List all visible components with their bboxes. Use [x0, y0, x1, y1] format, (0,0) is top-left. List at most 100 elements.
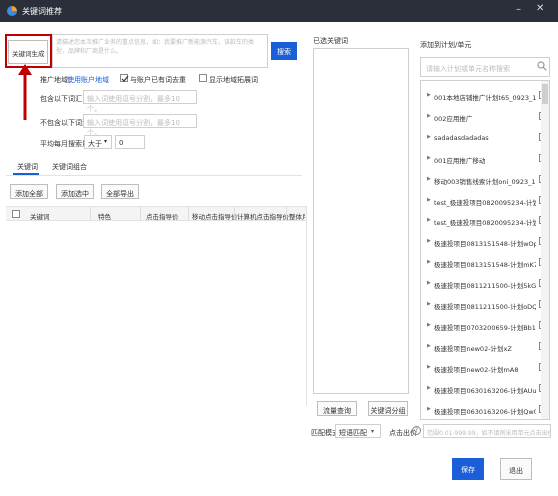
- show-region-checkbox[interactable]: [199, 74, 207, 82]
- column-header[interactable]: 计算机点击指导价: [237, 211, 289, 221]
- expand-triangle-icon[interactable]: ▶: [427, 322, 431, 328]
- plan-list-item[interactable]: ▶ 极速投项目0703200659-计划Bb1: [421, 315, 551, 336]
- comparator-select[interactable]: 大于: [84, 135, 112, 149]
- column-header[interactable]: 特色: [98, 211, 111, 221]
- plan-item-label: 极速投项目0811211500-计划oDQ: [434, 303, 536, 311]
- annotation-arrow-icon: [18, 64, 32, 120]
- column-divider: [286, 207, 287, 221]
- expand-triangle-icon[interactable]: ▶: [427, 280, 431, 286]
- plan-list-item[interactable]: ▶ 002应用推广: [421, 106, 551, 127]
- plan-item-label: test_极速投项目0820095234-计划9Fr: [434, 198, 536, 207]
- plan-list-item[interactable]: ▶ 001应用推广移动: [421, 148, 551, 169]
- include-words-label: 包含以下词汇：: [40, 95, 89, 103]
- exclude-words-input[interactable]: 输入词使用逗号分割，最多10个。: [83, 114, 197, 137]
- plan-item-label: 极速投项目0630163206-计划AUu: [434, 386, 536, 395]
- plan-list-item[interactable]: ▶test_极速投项目0820095234-计划1SE: [421, 210, 551, 231]
- plan-list-item[interactable]: ▶移动003销售线索计划oni_0923_16:37: [421, 169, 551, 190]
- panel-divider: [306, 206, 307, 406]
- annotation-highlight-box: [5, 34, 52, 68]
- region-link[interactable]: 使用账户地域: [67, 75, 109, 85]
- plan-list-item[interactable]: ▶ sadadasdadadas: [421, 127, 551, 148]
- column-divider: [234, 207, 235, 221]
- plan-item-label: 极速投项目new02-计划xZ: [434, 344, 512, 353]
- expand-triangle-icon[interactable]: ▶: [427, 343, 431, 349]
- avg-search-input[interactable]: 0: [115, 135, 145, 149]
- exit-button[interactable]: 退出: [500, 458, 532, 480]
- plan-list-item[interactable]: ▶ 极速投项目0813151548-计划mK7: [421, 252, 551, 273]
- column-divider: [140, 207, 141, 221]
- show-region-label: 显示地域拓展词: [209, 76, 258, 84]
- plan-item-label: 001本地店铺推广计划t65_0923_17:13: [434, 94, 536, 102]
- expand-triangle-icon[interactable]: ▶: [427, 385, 431, 391]
- plan-list-item[interactable]: ▶ 极速投项目0811211500-计划5kG: [421, 273, 551, 294]
- expand-triangle-icon[interactable]: ▶: [427, 238, 431, 244]
- expand-triangle-icon[interactable]: ▶: [427, 197, 431, 203]
- plan-list-item[interactable]: ▶ 极速投项目0630163206-计划AUu: [421, 378, 551, 399]
- plan-item-label: 001应用推广移动: [434, 156, 486, 165]
- plan-list-item[interactable]: ▶test_极速投项目0820095234-计划9Fr: [421, 190, 551, 211]
- expand-triangle-icon[interactable]: ▶: [427, 301, 431, 307]
- column-header[interactable]: 关键词: [30, 211, 50, 221]
- column-divider: [188, 207, 189, 221]
- plan-list-item[interactable]: ▶ 极速投项目new02-计划mA8: [421, 357, 551, 378]
- plan-item-label: test_极速投项目0820095234-计划1SE: [434, 219, 536, 228]
- title-bar: [0, 0, 558, 22]
- dedupe-checkbox[interactable]: [120, 74, 129, 82]
- selected-keywords-list[interactable]: [313, 48, 409, 394]
- save-button[interactable]: 保存: [452, 458, 484, 480]
- scrollbar-thumb[interactable]: [542, 84, 548, 104]
- select-all-checkbox[interactable]: [12, 210, 20, 218]
- plan-item-label: 极速投项目new02-计划mA8: [434, 365, 519, 374]
- dedupe-label: 与账户已有词去重: [130, 76, 186, 84]
- expand-triangle-icon[interactable]: ▶: [427, 217, 431, 223]
- plan-item-label: 移动003销售线索计划oni_0923_16:37: [434, 177, 536, 186]
- bid-input[interactable]: 范围0.01-999.99，如不填则采用单元点击出价: [423, 424, 551, 438]
- selected-keywords-label: 已选关键词: [313, 37, 348, 45]
- expand-triangle-icon[interactable]: ▶: [427, 134, 431, 140]
- include-words-input[interactable]: 输入词使用逗号分割，最多10个。: [83, 90, 197, 113]
- column-divider: [90, 207, 91, 221]
- plan-list-item[interactable]: ▶ 极速投项目0630163206-计划Qw0: [421, 399, 551, 420]
- search-button[interactable]: 搜索: [271, 42, 297, 60]
- expand-triangle-icon[interactable]: ▶: [427, 364, 431, 370]
- chevron-down-icon: ▾: [104, 138, 108, 145]
- plan-list-item[interactable]: ▶ 极速投项目new02-计划xZ: [421, 336, 551, 357]
- expand-triangle-icon[interactable]: ▶: [427, 259, 431, 265]
- column-header[interactable]: 整体月均: [289, 211, 305, 221]
- plan-tree-list: ▶001本地店铺推广计划t65_0923_17:13▶002应用推广▶sadad…: [420, 80, 550, 420]
- keyword-description-textarea[interactable]: 请描述您本次推广业务的重点信息，如：我要推广新能源汽车，该款车的类型、品牌和厂商…: [52, 34, 268, 68]
- keyword-table-header: 关键词 特色 点击指导价 移动点击指导价 计算机点击指导价 整体月均: [6, 206, 306, 221]
- plan-item-label: 极速投项目0811211500-计划5kG: [434, 282, 536, 291]
- add-all-button[interactable]: 添加全部: [10, 184, 48, 199]
- tab-divider: [6, 175, 302, 176]
- expand-triangle-icon[interactable]: ▶: [427, 155, 431, 161]
- plan-item-label: 002应用推广: [434, 114, 473, 123]
- tab-keywords[interactable]: 关键词: [17, 162, 38, 172]
- expand-triangle-icon[interactable]: ▶: [427, 92, 431, 98]
- match-mode-select[interactable]: 短语匹配: [335, 424, 381, 438]
- column-header[interactable]: 移动点击指导价: [192, 211, 238, 221]
- plan-search-input[interactable]: 请输入计划或单元名称搜索: [420, 57, 550, 77]
- tab-keyword-combination[interactable]: 关键词组合: [52, 162, 87, 172]
- add-to-plan-label: 添加到计划/单元: [420, 41, 472, 49]
- flow-query-button[interactable]: 流量查询: [317, 401, 357, 416]
- expand-triangle-icon[interactable]: ▶: [427, 176, 431, 182]
- export-all-button[interactable]: 全部导出: [101, 184, 139, 199]
- close-icon[interactable]: ✕: [536, 3, 544, 14]
- plan-list-item[interactable]: ▶ 极速投项目0813151548-计划wOp: [421, 231, 551, 252]
- plan-list-item[interactable]: ▶001本地店铺推广计划t65_0923_17:13: [421, 85, 551, 106]
- window-title: 关键词推荐: [22, 7, 62, 16]
- plan-item-label: sadadasdadadas: [434, 133, 489, 142]
- column-header[interactable]: 点击指导价: [146, 211, 179, 221]
- minimize-icon[interactable]: –: [516, 4, 521, 15]
- expand-triangle-icon[interactable]: ▶: [427, 113, 431, 119]
- plan-list-item[interactable]: ▶ 极速投项目0811211500-计划oDQ: [421, 294, 551, 315]
- help-icon[interactable]: ?: [412, 426, 421, 435]
- search-icon[interactable]: [537, 61, 547, 71]
- keyword-group-button[interactable]: 关键词分组: [368, 401, 408, 416]
- add-selected-button[interactable]: 添加选中: [56, 184, 94, 199]
- expand-triangle-icon[interactable]: ▶: [427, 406, 431, 412]
- plan-item-label: 极速投项目0703200659-计划Bb1: [434, 323, 536, 332]
- chevron-down-icon: ▾: [371, 428, 375, 435]
- plan-list-scrollbar[interactable]: [541, 81, 549, 419]
